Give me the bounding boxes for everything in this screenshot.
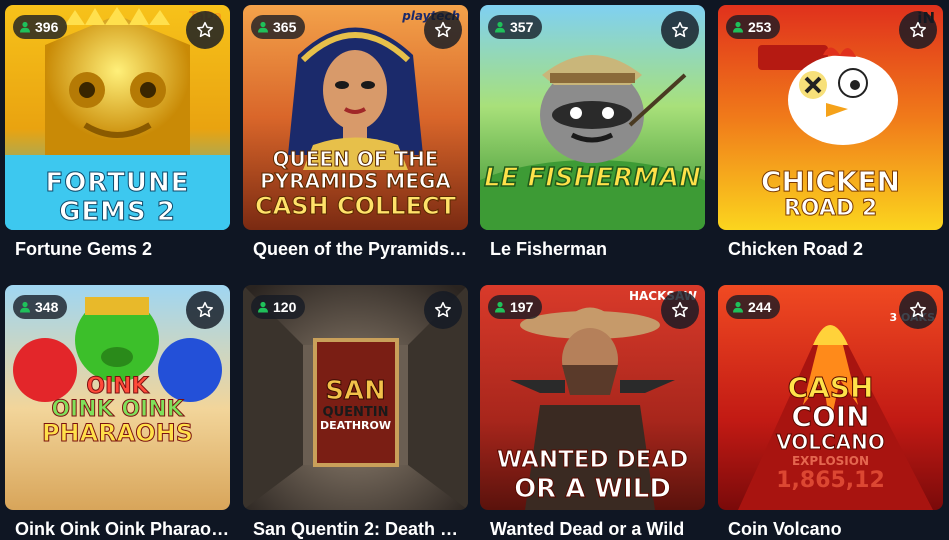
logo-line: FORTUNE (45, 168, 190, 198)
player-count: 120 (273, 299, 297, 315)
game-thumbnail[interactable]: iN CHICKEN ROAD 2 253 (718, 5, 943, 230)
game-thumbnail[interactable]: 3 OAKS CASH COIN VOLCANO EXPLOSION 1,865… (718, 285, 943, 510)
player-count-badge: 120 (251, 295, 306, 319)
favorite-button[interactable] (661, 11, 699, 49)
game-title[interactable]: Wanted Dead or a Wild (490, 519, 705, 540)
star-outline-icon (435, 301, 451, 318)
game-logo-text: WANTED DEAD OR A WILD (480, 446, 705, 505)
logo-line: CHICKEN (760, 165, 901, 198)
logo-line: COIN (791, 400, 870, 434)
star-outline-icon (435, 21, 451, 38)
player-count: 244 (748, 299, 772, 315)
person-icon (495, 301, 505, 313)
logo-line: SAN (325, 376, 387, 406)
star-outline-icon (910, 21, 926, 38)
game-thumbnail[interactable]: playtech QUEEN OF THE PYRAMIDS MEGA CASH… (243, 5, 468, 230)
favorite-button[interactable] (424, 11, 462, 49)
player-count: 348 (35, 299, 59, 315)
logo-line: CASH (787, 371, 874, 404)
logo-line: QUENTIN (322, 404, 389, 420)
person-icon (258, 301, 268, 313)
game-thumbnail[interactable]: OINK OINK OINK PHARAOHS 348 (5, 285, 230, 510)
star-outline-icon (910, 301, 926, 318)
game-thumbnail[interactable]: TaDa FORTUNE GEMS 2 396 (5, 5, 230, 230)
game-thumbnail[interactable]: HACKSAW WANTED DEAD OR A WILD 197 (480, 285, 705, 510)
logo-line: WANTED DEAD (496, 446, 689, 473)
player-count-badge: 396 (13, 15, 68, 39)
games-grid: TaDa FORTUNE GEMS 2 396 Fortune Gems 2 (0, 0, 949, 539)
logo-line: ROAD 2 (783, 196, 878, 221)
game-title[interactable]: San Quentin 2: Death Row (253, 519, 468, 540)
logo-line: OR A WILD (514, 474, 672, 505)
game-logo-text: OINK OINK OINK PHARAOHS (5, 374, 230, 448)
game-logo-text: LE FISHERMAN (480, 163, 705, 193)
game-title[interactable]: Chicken Road 2 (728, 239, 943, 260)
person-icon (495, 21, 505, 33)
player-count: 197 (510, 299, 534, 315)
logo-line: EXPLOSION (791, 453, 869, 468)
favorite-button[interactable] (899, 11, 937, 49)
game-logo-text: FORTUNE GEMS 2 (5, 168, 230, 227)
game-title[interactable]: Le Fisherman (490, 239, 705, 260)
favorite-button[interactable] (186, 291, 224, 329)
player-count: 365 (273, 19, 297, 35)
favorite-button[interactable] (424, 291, 462, 329)
player-count: 357 (510, 19, 534, 35)
game-thumbnail[interactable]: SAN QUENTIN DEATHROW II 120 (243, 285, 468, 510)
star-outline-icon (197, 301, 213, 318)
game-title[interactable]: Fortune Gems 2 (15, 239, 230, 260)
game-thumbnail[interactable]: LE FISHERMAN 357 (480, 5, 705, 230)
logo-line: DEATHROW (320, 418, 391, 432)
favorite-button[interactable] (661, 291, 699, 329)
logo-line: PHARAOHS (41, 419, 194, 448)
person-icon (20, 21, 30, 33)
favorite-button[interactable] (899, 291, 937, 329)
game-logo-text: SAN QUENTIN DEATHROW II (243, 376, 468, 432)
player-count-badge: 357 (488, 15, 543, 39)
player-count-badge: 197 (488, 295, 543, 319)
player-count: 396 (35, 19, 59, 35)
logo-line: GEMS 2 (59, 197, 176, 227)
game-logo-text: CHICKEN ROAD 2 (718, 165, 943, 221)
game-logo-text: QUEEN OF THE PYRAMIDS MEGA CASH COLLECT (243, 147, 468, 220)
star-outline-icon (197, 21, 213, 38)
game-title[interactable]: Queen of the Pyramids Mega Cash Collect (253, 239, 468, 260)
person-icon (258, 21, 268, 33)
game-title[interactable]: Coin Volcano (728, 519, 943, 540)
person-icon (20, 301, 30, 313)
logo-line: VOLCANO (776, 429, 886, 454)
star-outline-icon (672, 301, 688, 318)
logo-line: CASH COLLECT (255, 191, 457, 220)
player-count-badge: 365 (251, 15, 306, 39)
logo-line: LE FISHERMAN (483, 163, 701, 193)
player-count: 253 (748, 19, 772, 35)
logo-line: 1,865,12 (776, 468, 885, 494)
player-count-badge: 244 (726, 295, 781, 319)
logo-line: QUEEN OF THE (272, 147, 439, 171)
player-count-badge: 253 (726, 15, 781, 39)
person-icon (733, 21, 743, 33)
game-title[interactable]: Oink Oink Oink Pharaohs (15, 519, 230, 540)
favorite-button[interactable] (186, 11, 224, 49)
star-outline-icon (672, 21, 688, 38)
player-count-badge: 348 (13, 295, 68, 319)
logo-line: OINK OINK (51, 397, 184, 423)
game-logo-text: CASH COIN VOLCANO EXPLOSION 1,865,12 (718, 371, 943, 494)
logo-line: PYRAMIDS MEGA (260, 169, 452, 194)
person-icon (733, 301, 743, 313)
logo-line: OINK (86, 374, 149, 399)
